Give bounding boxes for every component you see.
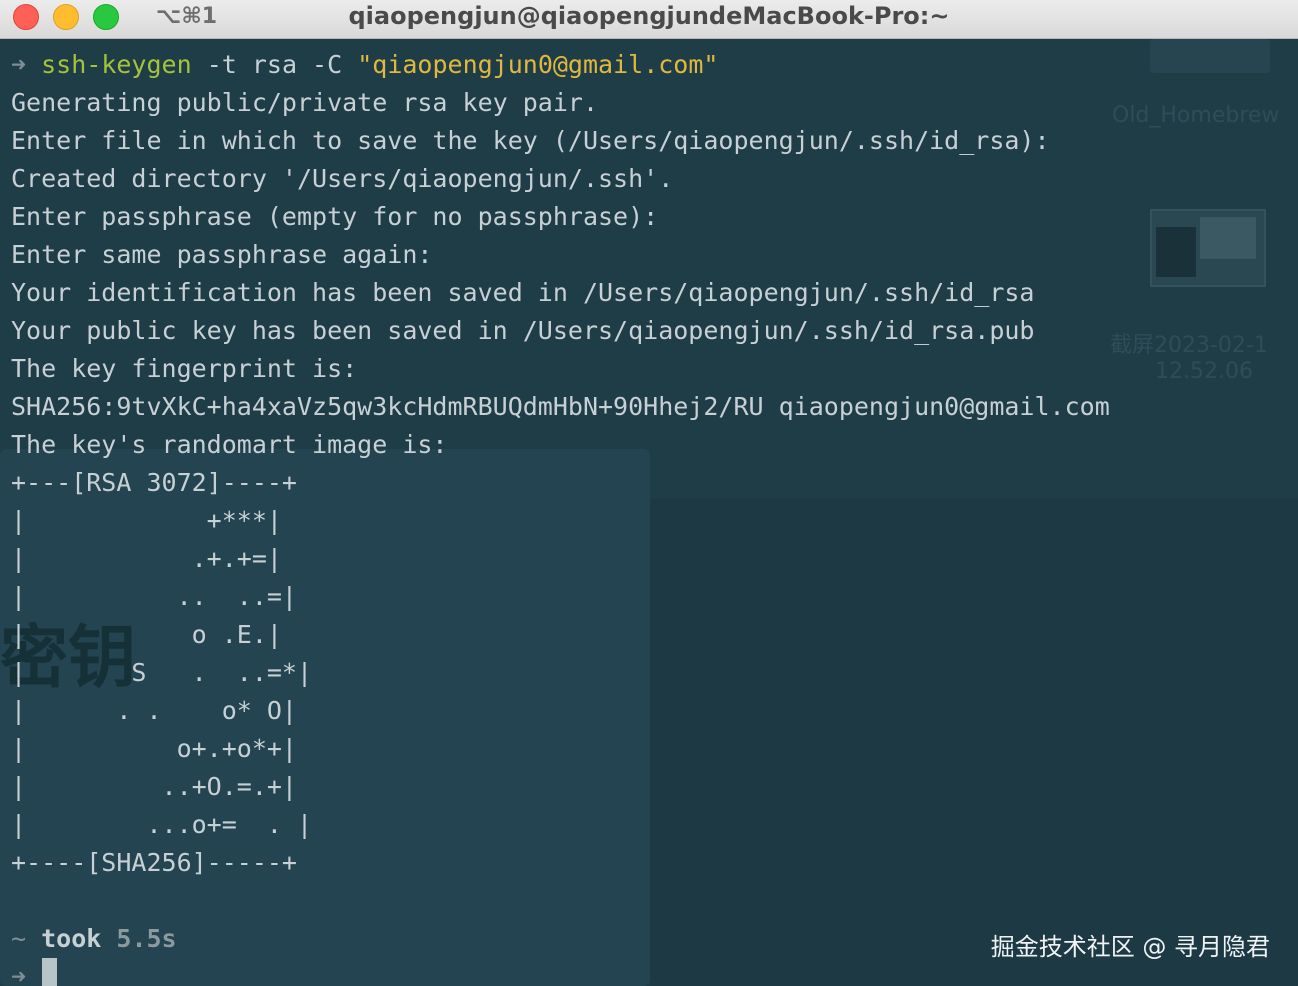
window-title: qiaopengjun@qiaopengjundeMacBook-Pro:~	[348, 2, 950, 30]
fingerprint-line: SHA256:9tvXkC+ha4xaVz5qw3kcHdmRBUQdmHbN+…	[11, 392, 1110, 421]
terminal-output-area[interactable]: Old_Homebrew 截屏2023-02-1 12.52.06 密钥 ➜ s…	[0, 39, 1298, 986]
output-line: The key's randomart image is:	[11, 430, 448, 459]
command-args: -t rsa -C	[191, 50, 358, 79]
wallpaper-folder-icon	[1150, 39, 1270, 73]
wallpaper-shadow	[650, 499, 1298, 986]
wallpaper-thumbnail-detail	[1200, 217, 1256, 259]
command-string-arg: "qiaopengjun0@gmail.com"	[357, 50, 719, 79]
randomart-line: | o .E.|	[11, 620, 282, 649]
output-line: Created directory '/Users/qiaopengjun/.s…	[11, 164, 674, 193]
output-line: Enter same passphrase again:	[11, 240, 433, 269]
randomart-line: | ..+O.=.+|	[11, 772, 297, 801]
prompt-arrow-icon: ➜	[11, 50, 27, 79]
randomart-line: | .. ..=|	[11, 582, 297, 611]
took-label: took	[41, 924, 102, 953]
duration-value: 5.5s	[116, 924, 177, 953]
watermark: 掘金技术社区 @ 寻月隐君	[990, 933, 1270, 961]
command-duration-line: ~ took 5.5s	[11, 920, 177, 958]
randomart-line: | +***|	[11, 506, 282, 535]
tilde-prompt: ~	[11, 924, 27, 953]
randomart-line: +---[RSA 3072]----+	[11, 468, 297, 497]
command-line: ➜ ssh-keygen -t rsa -C "qiaopengjun0@gma…	[11, 46, 718, 84]
terminal-window: ⌥⌘1 qiaopengjun@qiaopengjundeMacBook-Pro…	[0, 0, 1298, 986]
command-program: ssh-keygen	[41, 50, 192, 79]
randomart-line: +----[SHA256]-----+	[11, 848, 297, 877]
prompt-arrow-icon: ➜	[11, 962, 27, 986]
output-line: The key fingerprint is:	[11, 354, 358, 383]
wallpaper-thumbnail-detail	[1156, 227, 1196, 277]
randomart-line: | . . o* O|	[11, 696, 297, 725]
wallpaper-folder-label: Old_Homebrew	[1112, 103, 1280, 128]
text-cursor	[42, 958, 57, 986]
output-line: Enter passphrase (empty for no passphras…	[11, 202, 659, 231]
randomart-line: | o+.+o*+|	[11, 734, 297, 763]
randomart-line: | .+.+=|	[11, 544, 282, 573]
output-line: Generating public/private rsa key pair.	[11, 88, 598, 117]
input-prompt-line[interactable]: ➜	[11, 958, 26, 986]
output-line: Enter file in which to save the key (/Us…	[11, 126, 1050, 155]
output-line: Your public key has been saved in /Users…	[11, 316, 1035, 345]
title-bar[interactable]: ⌥⌘1 qiaopengjun@qiaopengjundeMacBook-Pro…	[0, 0, 1298, 39]
randomart-line: | S . ..=*|	[11, 658, 313, 687]
output-line: Your identification has been saved in /U…	[11, 278, 1035, 307]
wallpaper-file-label: 截屏2023-02-1	[1110, 333, 1268, 358]
randomart-line: | ...o+= . |	[11, 810, 313, 839]
wallpaper-file-time: 12.52.06	[1155, 359, 1253, 384]
